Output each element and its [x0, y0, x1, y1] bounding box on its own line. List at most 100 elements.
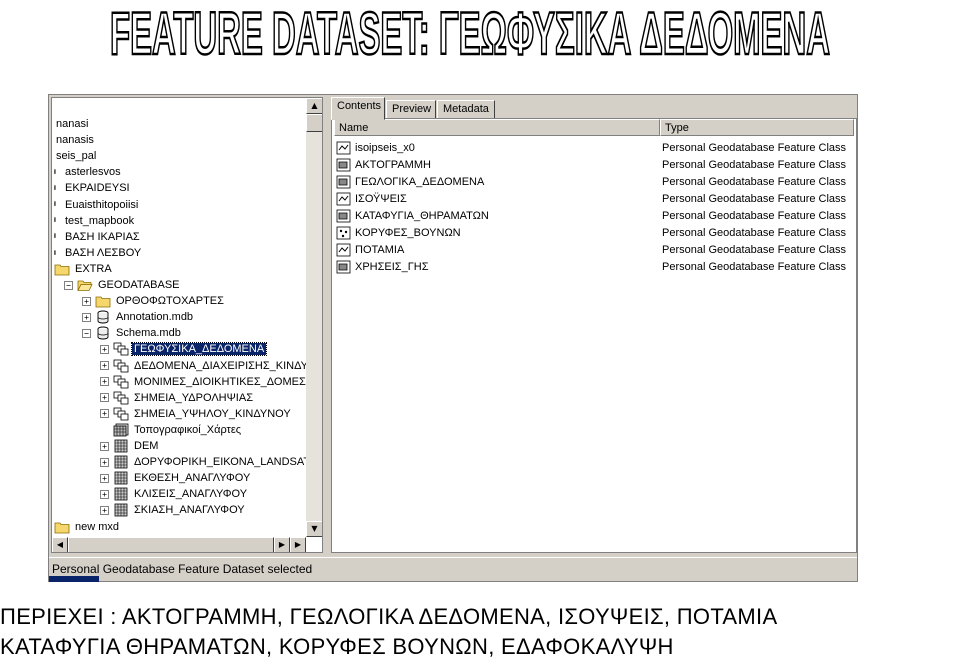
- hscroll-thumb[interactable]: [68, 537, 274, 552]
- expand-icon[interactable]: +: [100, 377, 109, 387]
- scroll-down-button[interactable]: ▼: [306, 521, 322, 537]
- list-item-name: ΠΟΤΑΜΙΑ: [355, 243, 405, 256]
- list-item-name-cell: ΚΟΡΥΦΕΣ_ΒΟΥΝΩΝ: [336, 226, 662, 240]
- tree-item[interactable]: + ΟΡΘΟΦΩΤΟΧΑΡΤΕΣ: [82, 293, 226, 309]
- expand-icon[interactable]: +: [100, 489, 109, 499]
- list-item-type: Personal Geodatabase Feature Class: [662, 141, 847, 154]
- tree-item[interactable]: EXTRA: [54, 261, 114, 277]
- tree-item[interactable]: + ΜΟΝΙΜΕΣ_ΔΙΟΙΚΗΤΙΚΕΣ_ΔΟΜΕΣ: [100, 374, 308, 390]
- file-icon: [54, 181, 60, 195]
- list-item[interactable]: ΠΟΤΑΜΙΑ Personal Geodatabase Feature Clas…: [336, 241, 852, 258]
- tree-item-label: ΔΟΡΥΦΟΡΙΚΗ_ΕΙΚΟΝΑ_LANDSAT: [134, 456, 311, 469]
- tree-item[interactable]: + ΔΟΡΥΦΟΡΙΚΗ_ΕΙΚΟΝΑ_LANDSAT: [100, 454, 312, 470]
- tree-item[interactable]: + ΚΛΙΣΕΙΣ_ΑΝΑΓΛΥΦΟΥ: [100, 486, 249, 502]
- list-item-name-cell: ΧΡΗΣΕΙΣ_ΓΗΣ: [336, 260, 662, 274]
- tree-horizontal-scrollbar[interactable]: ◀ ▶ ▶: [52, 537, 306, 552]
- tree-item[interactable]: nanasi: [54, 116, 90, 132]
- tree-item-label: test_mapbook: [65, 214, 135, 227]
- line-feature-icon: [336, 243, 352, 257]
- tree-item-label: nanasi: [56, 118, 89, 130]
- tree-item-label: ΣΚΙΑΣΗ_ΑΝΑΓΛΥΦΟΥ: [134, 504, 245, 517]
- list-item-name: ΓΕΩΛΟΓΙΚΑ_ΔΕΔΟΜΕΝΑ: [355, 175, 485, 188]
- column-header-type[interactable]: Type: [660, 119, 854, 136]
- expand-icon[interactable]: +: [100, 361, 109, 370]
- list-item[interactable]: isoipseis_x0 Personal Geodatabase Feature…: [336, 139, 852, 156]
- scroll-right-button[interactable]: ▶: [274, 537, 290, 552]
- expand-icon[interactable]: +: [100, 441, 109, 451]
- list-item[interactable]: ΓΕΩΛΟΓΙΚΑ_ΔΕΔΟΜΕΝΑ Personal Geodatabase F…: [336, 173, 852, 190]
- expand-icon[interactable]: +: [100, 409, 109, 419]
- list-item[interactable]: ΧΡΗΣΕΙΣ_ΓΗΣ Personal Geodatabase Feature …: [336, 258, 852, 275]
- tree-item[interactable]: seis_pal: [54, 148, 98, 164]
- tree-item[interactable]: asterlesvos: [54, 164, 123, 180]
- tree-item[interactable]: + ΣΚΙΑΣΗ_ΑΝΑΓΛΥΦΟΥ: [100, 502, 247, 518]
- tree-item[interactable]: + ΓΕΩΦΥΣΙΚΑ_ΔΕΔΟΜΕΝΑ: [100, 341, 268, 357]
- tab-contents[interactable]: Contents: [331, 97, 385, 120]
- list-item-name: ΑΚΤΟΓΡΑΜΜΗ: [355, 158, 431, 171]
- file-icon: [54, 246, 60, 260]
- tree-item[interactable]: + ΔΕΔΟΜΕΝΑ_ΔΙΑΧΕΙΡΙΣΗΣ_ΚΙΝΔΥΝΩΝ: [100, 358, 322, 374]
- feature-dataset-icon: [113, 359, 129, 373]
- tree-item[interactable]: + ΣΗΜΕΙΑ_ΥΨΗΛΟΥ_ΚΙΝΔΥΝΟΥ: [100, 406, 293, 422]
- list-item-type: Personal Geodatabase Feature Class: [662, 209, 847, 222]
- tree-item[interactable]: − Schema.mdb: [82, 325, 183, 341]
- caption-line-1: ΠΕΡΙΕΧΕΙ : ΑΚΤΟΓΡΑΜΜΗ, ΓΕΩΛΟΓΙΚΑ ΔΕΔΟΜΕΝ…: [0, 604, 778, 629]
- tree-item[interactable]: nanasis: [54, 132, 96, 148]
- tree-item[interactable]: + ΕΚΘΕΣΗ_ΑΝΑΓΛΥΦΟΥ: [100, 470, 252, 486]
- tree-item-label: ΓΕΩΦΥΣΙΚΑ_ΔΕΔΟΜΕΝΑ: [130, 342, 268, 357]
- list-item-type: Personal Geodatabase Feature Class: [662, 243, 847, 256]
- collapse-icon[interactable]: −: [64, 280, 73, 290]
- column-header-name[interactable]: Name: [334, 119, 660, 136]
- collapse-icon[interactable]: −: [82, 328, 91, 338]
- expand-icon[interactable]: +: [100, 344, 109, 354]
- tree-item[interactable]: + DEM: [100, 438, 160, 454]
- list-item-name-cell: ΑΚΤΟΓΡΑΜΜΗ: [336, 158, 662, 172]
- tree-item[interactable]: ΒΑΣΗ ΙΚΑΡΙΑΣ: [54, 229, 142, 245]
- list-item[interactable]: ΑΚΤΟΓΡΑΜΜΗ Personal Geodatabase Feature C…: [336, 156, 852, 173]
- tree-item[interactable]: + ΣΗΜΕΙΑ_ΥΔΡΟΛΗΨΙΑΣ: [100, 390, 255, 406]
- tree-vertical-scrollbar[interactable]: ▲ ▼: [306, 98, 322, 537]
- database-icon: [95, 310, 111, 324]
- expand-icon[interactable]: +: [82, 312, 91, 322]
- list-item[interactable]: ΙΣΟΫΨΕΙΣ Personal Geodatabase Feature Cla…: [336, 190, 852, 207]
- expand-icon[interactable]: +: [100, 473, 109, 483]
- tree-item[interactable]: Euaisthitopoiisi: [54, 197, 140, 213]
- feature-dataset-icon: [113, 391, 129, 405]
- expand-icon[interactable]: +: [100, 393, 109, 403]
- tree-item[interactable]: test_mapbook: [54, 213, 136, 229]
- tree-item[interactable]: ΒΑΣΗ ΛΕΣΒΟΥ: [54, 245, 143, 261]
- tree-item[interactable]: + Annotation.mdb: [82, 309, 195, 325]
- list-item-name: ΙΣΟΫΨΕΙΣ: [355, 192, 407, 205]
- scroll-up-button[interactable]: ▲: [306, 98, 322, 114]
- file-icon: [54, 214, 60, 228]
- tab-metadata[interactable]: Metadata: [437, 100, 495, 119]
- scroll-right-end-button[interactable]: ▶: [290, 537, 306, 552]
- list-item-type: Personal Geodatabase Feature Class: [662, 158, 847, 171]
- tree-item[interactable]: − GEODATABASE: [64, 277, 182, 293]
- raster-icon: [113, 439, 129, 453]
- list-item-name-cell: ΙΣΟΫΨΕΙΣ: [336, 192, 662, 206]
- expand-icon[interactable]: +: [82, 296, 91, 306]
- contents-list[interactable]: Name Type isoipseis_x0 Personal Geodataba…: [331, 118, 857, 553]
- list-item[interactable]: ΚΟΡΥΦΕΣ_ΒΟΥΝΩΝ Personal Geodatabase Featu…: [336, 224, 852, 241]
- tree-item[interactable]: new mxd: [54, 519, 121, 535]
- tab-preview[interactable]: Preview: [386, 100, 436, 119]
- expand-icon[interactable]: +: [100, 505, 109, 515]
- list-item-name-cell: isoipseis_x0: [336, 141, 662, 155]
- expand-icon[interactable]: +: [100, 457, 109, 467]
- list-item-name-cell: ΓΕΩΛΟΓΙΚΑ_ΔΕΔΟΜΕΝΑ: [336, 175, 662, 189]
- scroll-thumb[interactable]: [306, 114, 322, 132]
- tree-item[interactable]: EKPAIDEYSI: [54, 180, 132, 196]
- file-icon: [54, 230, 60, 244]
- tree-item-label: Τοπογραφικοί_Χάρτες: [134, 423, 242, 436]
- catalog-tree[interactable]: nanasi nanasis seis_pal asterlesvos EKPAIDEY…: [51, 97, 323, 553]
- list-item-name: ΚΟΡΥΦΕΣ_ΒΟΥΝΩΝ: [355, 226, 461, 239]
- list-item-type: Personal Geodatabase Feature Class: [662, 192, 847, 205]
- raster-icon: [113, 455, 129, 469]
- tree-item[interactable]: Τοπογραφικοί_Χάρτες: [100, 422, 243, 438]
- tree-item-label: ΣΗΜΕΙΑ_ΥΨΗΛΟΥ_ΚΙΝΔΥΝΟΥ: [134, 407, 291, 420]
- polygon-feature-icon: [336, 209, 352, 223]
- list-item[interactable]: ΚΑΤΑΦΥΓΙΑ_ΘΗΡΑΜΑΤΩΝ Personal Geodatabase …: [336, 207, 852, 224]
- file-icon: [54, 165, 60, 179]
- scroll-left-button[interactable]: ◀: [52, 537, 68, 552]
